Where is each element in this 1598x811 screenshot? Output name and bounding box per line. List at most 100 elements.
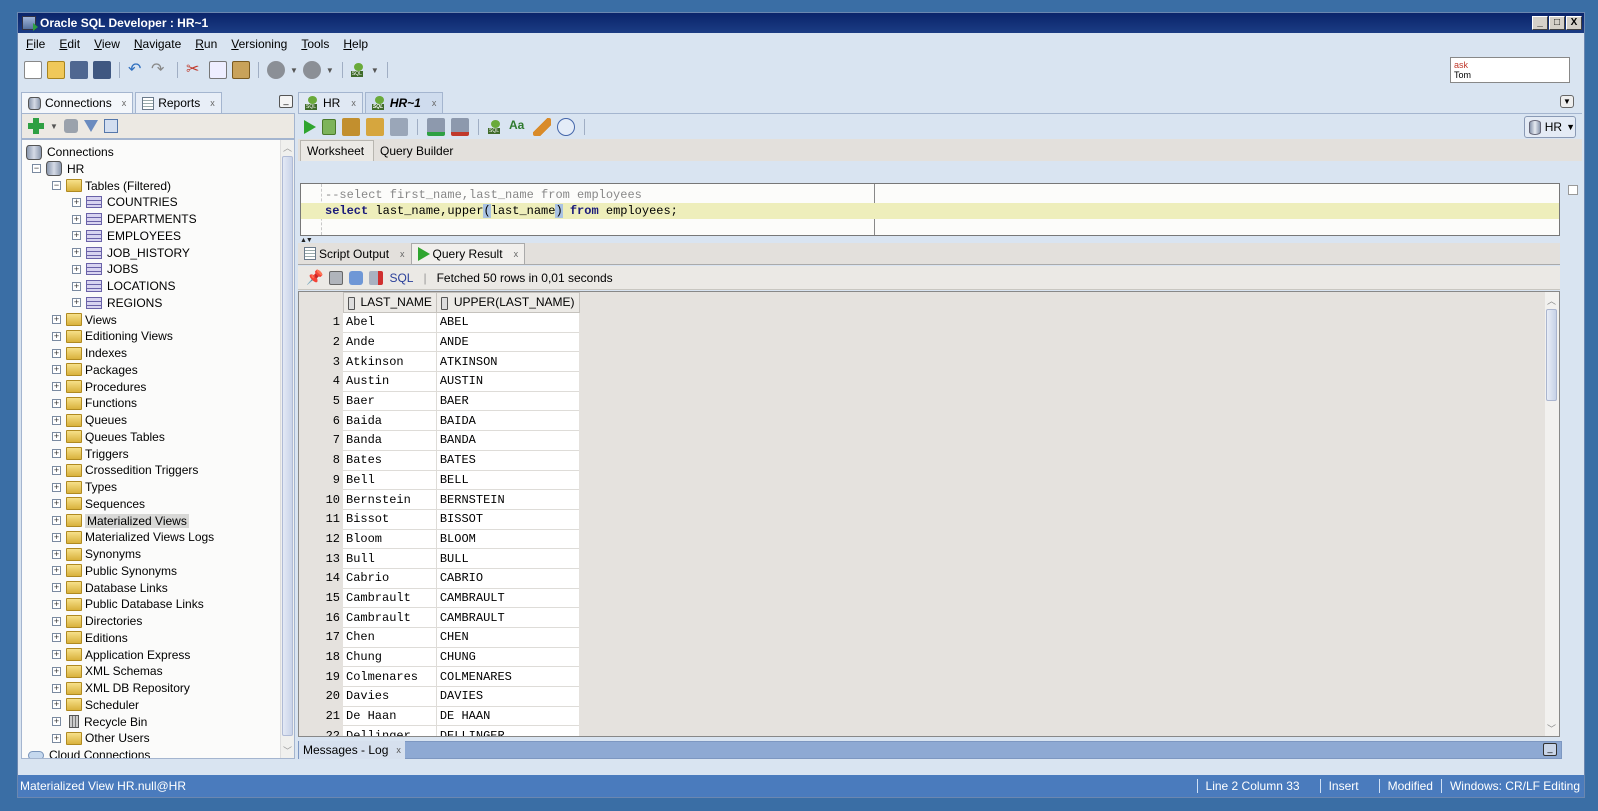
cell-upper-last-name[interactable]: BISSOT [436, 509, 580, 530]
table-row[interactable]: 20 Davies DAVIES [299, 686, 580, 707]
expand-icon[interactable]: + [52, 331, 61, 341]
tab-query-result[interactable]: Query Result x [410, 243, 526, 264]
expand-icon[interactable]: + [72, 281, 81, 291]
row-number[interactable]: 19 [299, 666, 343, 687]
cell-upper-last-name[interactable]: BELL [436, 470, 580, 491]
cell-upper-last-name[interactable]: BANDA [436, 430, 580, 451]
minimize-panel-button[interactable]: _ [279, 95, 293, 108]
tree-folder-indexes[interactable]: + Indexes [52, 345, 127, 361]
table-row[interactable]: 4 Austin AUSTIN [299, 371, 580, 392]
row-number[interactable]: 14 [299, 568, 343, 589]
cell-upper-last-name[interactable]: DELLINGER [436, 725, 580, 736]
expand-icon[interactable]: + [52, 382, 61, 391]
refresh-icon[interactable] [349, 270, 364, 285]
expand-icon[interactable]: + [52, 566, 61, 576]
expand-icon[interactable]: + [52, 532, 61, 542]
asktom-search[interactable]: ask Tom [1450, 57, 1570, 83]
row-number[interactable]: 18 [299, 647, 343, 667]
cell-upper-last-name[interactable]: ABEL [436, 312, 580, 333]
table-row[interactable]: 2 Ande ANDE [299, 332, 580, 353]
tree-folder-other-users[interactable]: + Other Users [52, 730, 150, 746]
tab-messages-log[interactable]: Messages - Log x [299, 741, 405, 759]
tab-script-output[interactable]: Script Output x [298, 243, 411, 264]
table-row[interactable]: 12 Bloom BLOOM [299, 529, 580, 550]
clear-icon[interactable] [533, 117, 551, 136]
expand-icon[interactable]: + [52, 398, 61, 408]
cell-upper-last-name[interactable]: ANDE [436, 332, 580, 353]
table-row[interactable]: 10 Bernstein BERNSTEIN [299, 489, 580, 510]
close-icon[interactable]: x [514, 249, 519, 259]
new-file-icon[interactable] [24, 61, 42, 79]
to-upper-lower-icon[interactable]: Aa [509, 118, 527, 136]
tab-worksheet[interactable]: Worksheet [300, 140, 374, 161]
menu-run[interactable]: Run [195, 37, 217, 51]
expand-icon[interactable]: + [52, 348, 61, 358]
tab-reports[interactable]: Reports x [135, 92, 222, 113]
connection-selector[interactable]: HR ▼ [1524, 116, 1576, 138]
row-number[interactable]: 15 [299, 588, 343, 608]
expand-icon[interactable]: + [52, 666, 61, 676]
menu-tools[interactable]: Tools [301, 37, 329, 51]
scroll-thumb[interactable] [1546, 309, 1557, 401]
expand-icon[interactable]: + [52, 700, 61, 710]
cell-upper-last-name[interactable]: BATES [436, 450, 580, 471]
commit-icon[interactable] [427, 117, 445, 136]
menu-help[interactable]: Help [343, 37, 368, 51]
tree-cloud-connections[interactable]: Cloud Connections [28, 747, 150, 758]
cell-last-name[interactable]: Bissot [343, 509, 437, 530]
tree-folder-tables[interactable]: − Tables (Filtered) [52, 178, 171, 194]
expand-icon[interactable]: + [52, 499, 61, 509]
tab-hr[interactable]: HR x [298, 92, 363, 113]
table-row[interactable]: 5 Baer BAER [299, 391, 580, 412]
expand-icon[interactable]: + [72, 197, 81, 207]
filter-icon[interactable] [83, 120, 98, 132]
cell-upper-last-name[interactable]: DAVIES [436, 686, 580, 707]
cell-last-name[interactable]: Colmenares [343, 666, 437, 688]
open-folder-icon[interactable] [47, 61, 65, 79]
maximize-button[interactable]: □ [1549, 16, 1565, 30]
table-row[interactable]: 1 Abel ABEL [299, 312, 580, 333]
expand-icon[interactable]: + [52, 516, 61, 525]
expand-icon[interactable]: + [72, 214, 81, 224]
tree-folder-crossedition-triggers[interactable]: + Crossedition Triggers [52, 462, 198, 478]
paste-icon[interactable] [232, 61, 250, 79]
expand-icon[interactable]: + [52, 482, 61, 492]
scroll-up-icon[interactable]: ︿ [283, 141, 292, 154]
cell-last-name[interactable]: Bernstein [343, 489, 437, 510]
add-connection-icon[interactable] [28, 118, 44, 134]
cell-upper-last-name[interactable]: CAMBRAULT [436, 588, 580, 609]
row-number[interactable]: 2 [299, 332, 343, 352]
tree-folder-application-express[interactable]: + Application Express [52, 647, 190, 663]
cell-last-name[interactable]: Abel [343, 312, 437, 333]
row-number[interactable]: 13 [299, 548, 343, 569]
sql-link[interactable]: SQL [389, 271, 413, 285]
row-number[interactable]: 8 [299, 450, 343, 470]
menu-edit[interactable]: Edit [59, 37, 80, 51]
cell-upper-last-name[interactable]: BULL [436, 548, 580, 569]
expand-icon[interactable]: + [52, 432, 61, 442]
cell-last-name[interactable]: Cambrault [343, 588, 437, 609]
cell-last-name[interactable]: Baer [343, 391, 437, 412]
sql-worksheet-icon[interactable] [350, 63, 366, 77]
expand-icon[interactable]: + [52, 465, 61, 475]
row-number[interactable]: 3 [299, 351, 343, 372]
cell-last-name[interactable]: Bell [343, 470, 437, 491]
cell-last-name[interactable]: Baida [343, 410, 437, 432]
redo-icon[interactable]: ↷ [151, 61, 169, 79]
tree-folder-queues[interactable]: + Queues [52, 412, 127, 428]
tree-table-locations[interactable]: + LOCATIONS [72, 278, 175, 294]
expand-icon[interactable]: + [52, 549, 61, 559]
tree-folder-triggers[interactable]: + Triggers [52, 446, 129, 462]
tree-folder-directories[interactable]: + Directories [52, 613, 142, 629]
tree-folder-database-links[interactable]: + Database Links [52, 580, 168, 596]
cell-upper-last-name[interactable]: DE HAAN [436, 706, 580, 727]
collapse-icon[interactable]: − [52, 181, 61, 190]
cell-upper-last-name[interactable]: BLOOM [436, 529, 580, 550]
row-number[interactable]: 5 [299, 391, 343, 411]
table-row[interactable]: 13 Bull BULL [299, 548, 580, 569]
cell-last-name[interactable]: Bates [343, 450, 437, 471]
collapse-icon[interactable]: − [32, 164, 41, 174]
column-header-last-name[interactable]: LAST_NAME [342, 292, 437, 313]
row-number[interactable]: 21 [299, 706, 343, 726]
table-row[interactable]: 8 Bates BATES [299, 450, 580, 471]
